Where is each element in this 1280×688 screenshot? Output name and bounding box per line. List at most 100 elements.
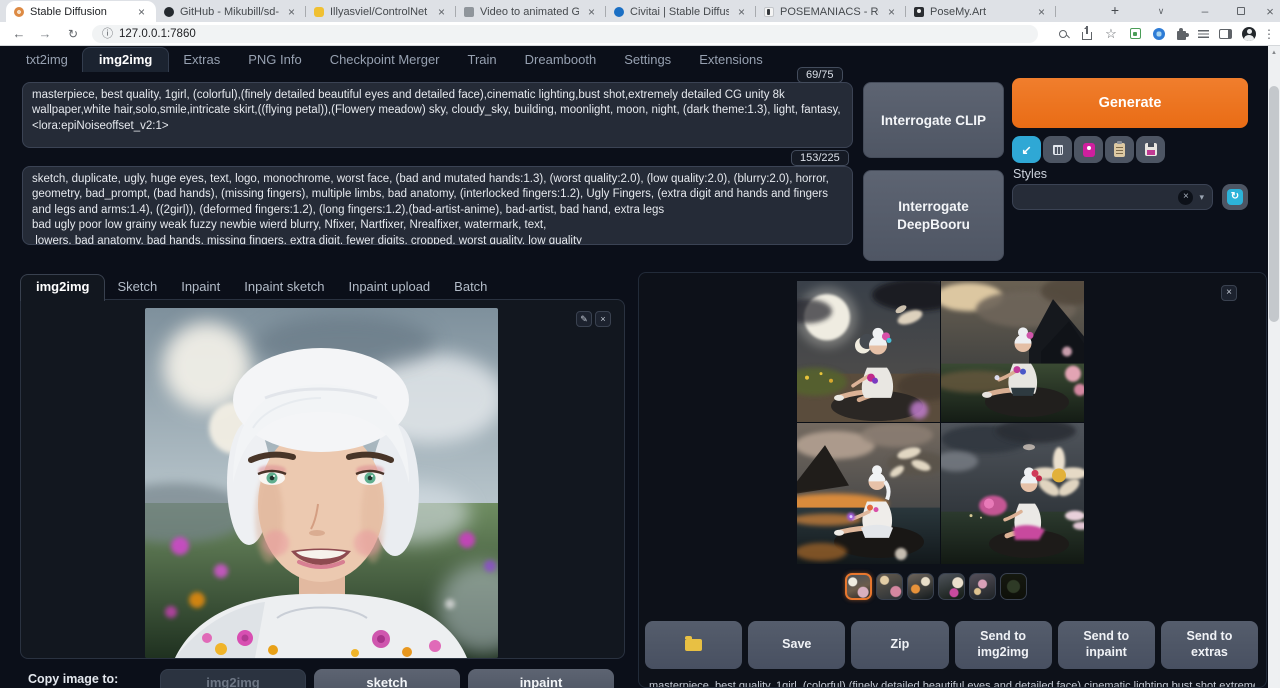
- share-icon[interactable]: [1076, 22, 1098, 45]
- subtab-img2img[interactable]: img2img: [20, 274, 105, 301]
- browser-tab-gif-converter[interactable]: Video to animated GIF converter ×: [456, 1, 606, 22]
- thumbnail-2[interactable]: [876, 573, 903, 600]
- tab-txt2img[interactable]: txt2img: [12, 48, 82, 72]
- interrogate-clip-button[interactable]: Interrogate CLIP: [863, 82, 1004, 158]
- thumbnail-6[interactable]: [1000, 573, 1027, 600]
- send-to-extras-button[interactable]: Send to extras: [1161, 621, 1258, 669]
- browser-tab-posemaniacs[interactable]: POSEMANIACS - Royalty free 3 ×: [756, 1, 906, 22]
- github-favicon: [164, 7, 174, 17]
- send-to-inpaint-button[interactable]: Send to inpaint: [1058, 621, 1155, 669]
- extra-networks-card-icon[interactable]: [1074, 136, 1103, 163]
- interrogate-deepbooru-button[interactable]: Interrogate DeepBooru: [863, 170, 1004, 261]
- browser-tab-controlnet[interactable]: Illyasviel/ControlNet at main ×: [306, 1, 456, 22]
- browser-tab-posemyart[interactable]: PoseMy.Art ×: [906, 1, 1056, 22]
- styles-label: Styles: [1013, 167, 1047, 181]
- gallery-image-3[interactable]: [797, 423, 940, 564]
- profile-avatar[interactable]: [1238, 22, 1260, 45]
- tab-settings[interactable]: Settings: [610, 48, 685, 72]
- tab-close-icon[interactable]: ×: [885, 5, 898, 19]
- tab-search-chevron-icon[interactable]: ∨: [1150, 0, 1172, 22]
- gallery-image-1[interactable]: [797, 281, 940, 422]
- magnifier-icon: [1059, 30, 1067, 38]
- refresh-styles-button[interactable]: ↻: [1222, 184, 1248, 210]
- gallery-image-2[interactable]: [941, 281, 1084, 422]
- browser-tab-civitai[interactable]: Civitai | Stable Diffusion models ×: [606, 1, 756, 22]
- thumbnail-1-selected[interactable]: [845, 573, 872, 600]
- avatar-icon: [1242, 27, 1256, 41]
- new-tab-button[interactable]: +: [1106, 2, 1124, 20]
- save-button[interactable]: Save: [748, 621, 845, 669]
- browser-toolbar: ← → ↻ ⓘ 127.0.0.1:7860 ☆ ⋮: [0, 22, 1280, 46]
- tab-dreambooth[interactable]: Dreambooth: [511, 48, 611, 72]
- remove-image-icon[interactable]: ×: [595, 311, 611, 327]
- browser-menu-icon[interactable]: ⋮: [1260, 22, 1278, 45]
- bookmark-star-icon[interactable]: ☆: [1100, 22, 1122, 45]
- clear-prompt-trash-icon[interactable]: [1043, 136, 1072, 163]
- subtab-batch[interactable]: Batch: [442, 275, 499, 300]
- tab-train[interactable]: Train: [454, 48, 511, 72]
- extension-blue-icon[interactable]: [1148, 22, 1170, 45]
- canvas-tool-buttons: ✎ ×: [576, 311, 611, 327]
- zoom-icon[interactable]: [1052, 22, 1074, 45]
- card-icon: [1083, 143, 1095, 157]
- subtab-inpaint-sketch[interactable]: Inpaint sketch: [232, 275, 336, 300]
- window-minimize-button[interactable]: –: [1192, 0, 1218, 22]
- tab-close-icon[interactable]: ×: [135, 5, 148, 19]
- extension-n-icon[interactable]: [1124, 22, 1146, 45]
- window-close-button[interactable]: ×: [1260, 0, 1280, 22]
- tab-close-icon[interactable]: ×: [1035, 5, 1048, 19]
- address-bar[interactable]: ⓘ 127.0.0.1:7860: [92, 25, 1038, 43]
- open-folder-button[interactable]: [645, 621, 742, 669]
- save-style-floppy-icon[interactable]: [1136, 136, 1165, 163]
- window-maximize-button[interactable]: [1228, 0, 1254, 22]
- blue-circle-extension-icon: [1153, 28, 1165, 40]
- gallery-close-icon[interactable]: ×: [1221, 285, 1237, 301]
- browser-tab-title: Illyasviel/ControlNet at main: [330, 6, 429, 18]
- subtab-sketch[interactable]: Sketch: [105, 275, 169, 300]
- subtab-inpaint[interactable]: Inpaint: [169, 275, 232, 300]
- tab-close-icon[interactable]: ×: [585, 5, 598, 19]
- read-parameters-arrow-icon[interactable]: ↙: [1012, 136, 1041, 163]
- send-to-img2img-button[interactable]: Send to img2img: [955, 621, 1052, 669]
- reload-button[interactable]: ↻: [62, 22, 84, 45]
- copy-to-sketch-button[interactable]: sketch: [314, 669, 460, 688]
- tab-extensions[interactable]: Extensions: [685, 48, 777, 72]
- tab-extras[interactable]: Extras: [169, 48, 234, 72]
- chevron-down-icon[interactable]: ▾: [1199, 192, 1204, 203]
- generate-button[interactable]: Generate: [1012, 78, 1248, 128]
- subtab-inpaint-upload[interactable]: Inpaint upload: [336, 275, 442, 300]
- negative-prompt-textarea[interactable]: sketch, duplicate, ugly, huge eyes, text…: [22, 166, 853, 245]
- edit-pencil-icon[interactable]: ✎: [576, 311, 592, 327]
- img2img-input-canvas[interactable]: ✎ ×: [20, 299, 625, 659]
- tab-png-info[interactable]: PNG Info: [234, 48, 315, 72]
- gallery-image-4[interactable]: [941, 423, 1084, 564]
- zip-button[interactable]: Zip: [851, 621, 948, 669]
- tab-checkpoint-merger[interactable]: Checkpoint Merger: [316, 48, 454, 72]
- thumbnail-5[interactable]: [969, 573, 996, 600]
- copy-to-inpaint-button[interactable]: inpaint: [468, 669, 614, 688]
- site-info-icon[interactable]: ⓘ: [102, 29, 113, 40]
- tab-close-icon[interactable]: ×: [735, 5, 748, 19]
- tab-img2img[interactable]: img2img: [82, 47, 169, 72]
- back-button[interactable]: ←: [8, 22, 30, 45]
- scrollbar-thumb[interactable]: [1269, 86, 1279, 322]
- prompt-textarea[interactable]: masterpiece, best quality, 1girl, (color…: [22, 82, 853, 148]
- browser-tab-github[interactable]: GitHub - Mikubill/sd-webui-con ×: [156, 1, 306, 22]
- input-image-preview[interactable]: [145, 308, 498, 658]
- tab-close-icon[interactable]: ×: [435, 5, 448, 19]
- copy-to-img2img-button: img2img: [160, 669, 306, 688]
- apply-styles-clipboard-icon[interactable]: [1105, 136, 1134, 163]
- extensions-puzzle-icon[interactable]: [1170, 22, 1192, 45]
- gallery-grid-image[interactable]: [797, 281, 1084, 564]
- sidebar-toggle-icon[interactable]: [1214, 22, 1236, 45]
- styles-dropdown[interactable]: × ▾: [1012, 184, 1213, 210]
- extension-list-icon[interactable]: [1192, 22, 1214, 45]
- thumbnail-4[interactable]: [938, 573, 965, 600]
- scrollbar-up-arrow[interactable]: ▲: [1268, 46, 1280, 60]
- clear-styles-icon[interactable]: ×: [1178, 190, 1193, 205]
- thumbnail-3[interactable]: [907, 573, 934, 600]
- puzzle-icon: [1177, 31, 1186, 40]
- browser-tab-stable-diffusion[interactable]: Stable Diffusion ×: [6, 1, 156, 22]
- forward-button[interactable]: →: [34, 22, 56, 45]
- tab-close-icon[interactable]: ×: [285, 5, 298, 19]
